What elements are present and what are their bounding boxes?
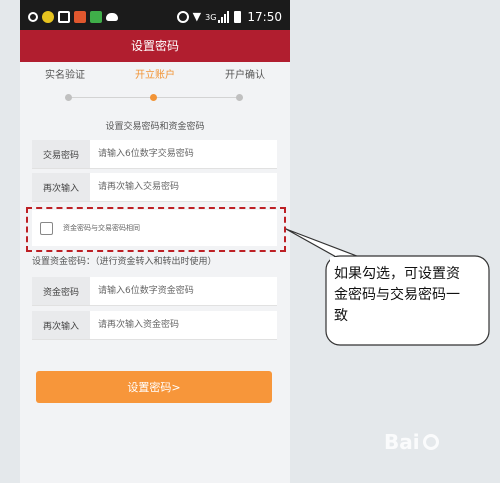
- step-open-account: 开立账户: [135, 70, 175, 81]
- app-icon: [74, 11, 86, 23]
- trade-confirm-input[interactable]: [90, 173, 277, 201]
- weather-icon: [106, 13, 118, 21]
- step-dot: [65, 94, 72, 101]
- fund-confirm-label: 再次输入: [32, 311, 90, 339]
- callout-text: 如果勾选，可设置资金密码与交易密码一致: [334, 266, 460, 324]
- callout-pointer: [285, 228, 363, 259]
- fund-password-note: 设置资金密码：（进行资金转入和转出时使用）: [32, 257, 217, 267]
- fund-password-row: 资金密码: [32, 277, 277, 306]
- trade-confirm-row: 再次输入: [32, 173, 277, 202]
- same-password-option[interactable]: 资金密码与交易密码相同: [32, 210, 277, 246]
- battery-icon: [234, 11, 242, 23]
- fund-password-label: 资金密码: [32, 277, 90, 305]
- paw-icon: [422, 434, 439, 450]
- app-icon: [90, 11, 102, 23]
- same-password-checkbox[interactable]: [40, 221, 53, 235]
- status-time: 17:50: [247, 10, 282, 24]
- trade-password-label: 交易密码: [32, 140, 90, 168]
- phone-screen: ▼ 3G 17:50 设置密码 实名验证 开立账户 开户确认 设置交易密码和资金…: [20, 0, 290, 483]
- status-bar: ▼ 3G 17:50: [20, 0, 290, 34]
- app-icon: [42, 11, 54, 23]
- network-type: 3G: [205, 12, 217, 22]
- step-dot-active: [150, 94, 157, 101]
- step-dot: [236, 94, 243, 101]
- callout-joint: [330, 257, 370, 261]
- trade-password-input[interactable]: [90, 140, 277, 168]
- fund-confirm-row: 再次输入: [32, 311, 277, 340]
- step-indicator: 实名验证 开立账户 开户确认: [20, 66, 290, 86]
- same-password-label: 资金密码与交易密码相同: [63, 224, 140, 232]
- watermark-text: Bai: [384, 430, 420, 454]
- gallery-icon: [58, 11, 70, 23]
- search-icon: [28, 12, 38, 22]
- watermark-logo: Bai: [384, 422, 494, 462]
- wifi-icon: ▼: [192, 10, 202, 23]
- alarm-icon: [176, 11, 189, 23]
- fund-password-input[interactable]: [90, 277, 277, 305]
- fund-confirm-input[interactable]: [90, 311, 277, 339]
- step-verify: 实名验证: [45, 70, 85, 81]
- step-progress: [65, 94, 243, 102]
- step-confirm: 开户确认: [225, 70, 265, 81]
- page-title: 设置密码: [20, 30, 290, 62]
- trade-password-row: 交易密码: [32, 140, 277, 169]
- set-password-button[interactable]: 设置密码>: [36, 371, 272, 403]
- trade-confirm-label: 再次输入: [32, 173, 90, 201]
- signal-icon: [218, 11, 230, 23]
- section-title: 设置交易密码和资金密码: [105, 122, 205, 132]
